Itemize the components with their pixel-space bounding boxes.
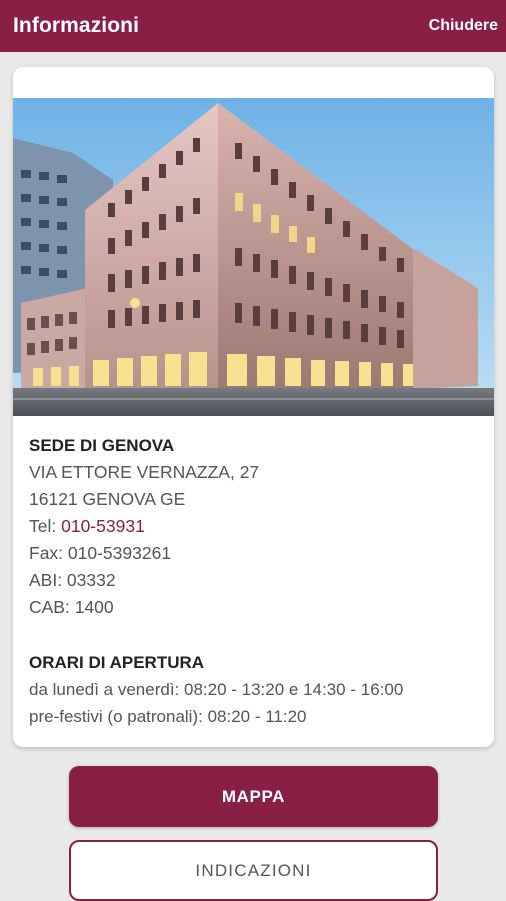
branch-info-card: SEDE DI GENOVA VIA ETTORE VERNAZZA, 27 1… <box>13 67 494 747</box>
address-line-2: 16121 GENOVA GE <box>29 489 186 509</box>
opening-hours-heading: ORARI DI APERTURA <box>29 653 205 672</box>
branch-building-photo <box>13 98 494 416</box>
fax-row: Fax: 010-5393261 <box>29 543 172 563</box>
top-app-bar: Informazioni Chiudere <box>0 0 506 52</box>
prefestive-hours: pre-festivi (o patronali): 08:20 - 11:20 <box>29 707 307 726</box>
weekday-hours: da lunedì a venerdì: 08:20 - 13:20 e 14:… <box>29 680 404 699</box>
branch-name: SEDE DI GENOVA <box>29 436 175 455</box>
abi-row: ABI: 03332 <box>29 570 116 590</box>
phone-label: Tel: <box>29 516 62 536</box>
branch-details: SEDE DI GENOVA VIA ETTORE VERNAZZA, 27 1… <box>29 432 482 730</box>
page-title: Informazioni <box>13 14 140 37</box>
directions-button[interactable]: INDICAZIONI <box>69 840 438 901</box>
phone-row: Tel: 010-53931 <box>29 513 482 540</box>
address-line-1: VIA ETTORE VERNAZZA, 27 <box>29 462 260 482</box>
close-button[interactable]: Chiudere <box>429 17 498 35</box>
phone-link[interactable]: 010-53931 <box>61 516 145 536</box>
map-button[interactable]: MAPPA <box>69 766 438 827</box>
cab-row: CAB: 1400 <box>29 597 114 617</box>
